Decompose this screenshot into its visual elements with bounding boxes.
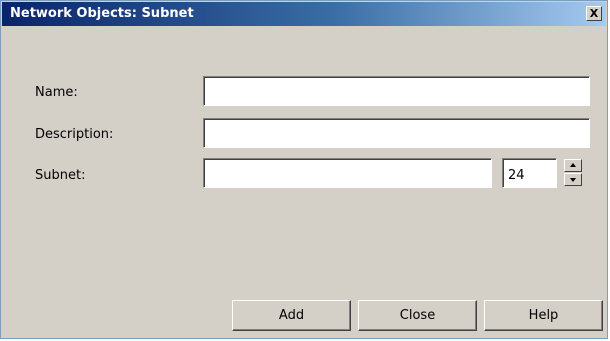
close-button[interactable]: Close [358, 300, 477, 331]
help-button[interactable]: Help [484, 300, 603, 331]
subnet-label: Subnet: [35, 168, 86, 183]
spin-up-button[interactable] [564, 159, 582, 172]
spin-down-button[interactable] [564, 173, 582, 186]
prefix-length-spinner [564, 159, 582, 186]
title-bar[interactable]: Network Objects: Subnet X [2, 2, 606, 26]
window-title: Network Objects: Subnet [10, 6, 194, 21]
description-label: Description: [35, 127, 114, 142]
spin-up-icon [570, 163, 576, 167]
description-input[interactable] [203, 118, 590, 148]
prefix-length-input[interactable] [502, 158, 557, 188]
add-button[interactable]: Add [232, 300, 351, 331]
close-icon: X [589, 7, 599, 20]
subnet-dialog: Network Objects: Subnet X Name: Descript… [0, 0, 608, 339]
name-input[interactable] [203, 76, 590, 106]
subnet-input[interactable] [203, 158, 492, 188]
spin-down-icon [570, 178, 576, 182]
name-label: Name: [35, 85, 78, 100]
close-window-button[interactable]: X [586, 6, 602, 21]
